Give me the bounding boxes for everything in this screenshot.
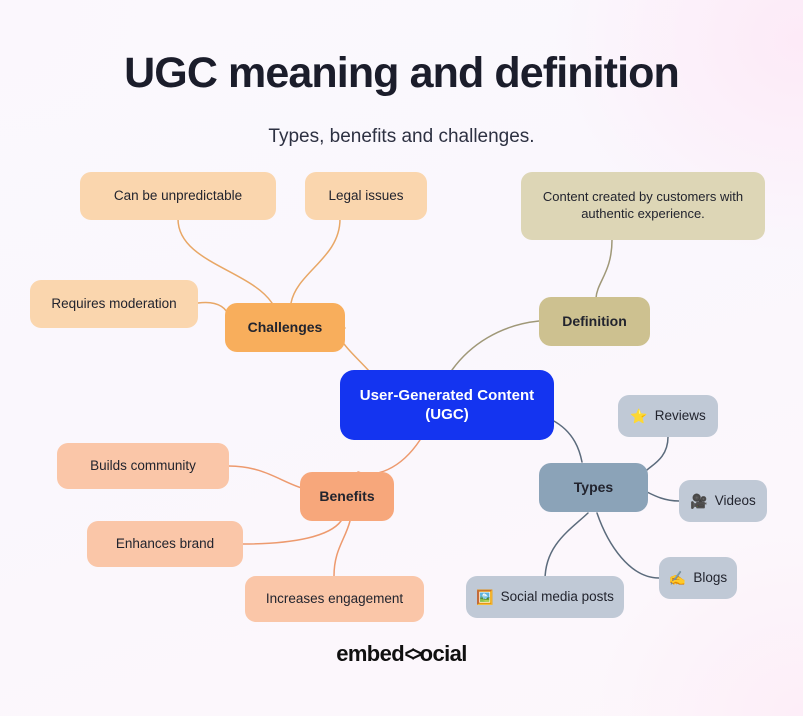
- wire-center-definition: [451, 320, 540, 371]
- mindmap-canvas: UGC meaning and definition Types, benefi…: [0, 0, 803, 716]
- node-label: Legal issues: [328, 188, 404, 204]
- embedsocial-logo: embed<>ocial: [0, 641, 803, 667]
- node-label: Blogs: [693, 570, 728, 586]
- logo-prefix: embed: [336, 641, 405, 666]
- wire-challenges-legal: [290, 218, 341, 304]
- hub-challenges[interactable]: Challenges: [225, 303, 345, 352]
- node-increases-engagement[interactable]: Increases engagement: [245, 576, 424, 622]
- center-label-line2: (UGC): [425, 406, 469, 423]
- node-videos[interactable]: 🎥 Videos: [679, 480, 767, 522]
- wire-benefits-engagement: [333, 520, 351, 577]
- node-blogs[interactable]: ✍️ Blogs: [659, 557, 737, 599]
- node-label: Increases engagement: [265, 591, 404, 607]
- node-label: Enhances brand: [115, 536, 215, 552]
- wire-types-reviews: [646, 436, 669, 471]
- page-title: UGC meaning and definition: [124, 49, 680, 97]
- node-label: Content created by customers with authen…: [542, 189, 744, 221]
- wire-types-videos: [646, 491, 680, 502]
- node-label: Social media posts: [500, 589, 614, 605]
- node-label: Requires moderation: [51, 296, 177, 312]
- wire-center-types: [551, 419, 583, 463]
- node-reviews[interactable]: ⭐ Reviews: [618, 395, 718, 437]
- node-builds-community[interactable]: Builds community: [57, 443, 229, 489]
- node-can-be-unpredictable[interactable]: Can be unpredictable: [80, 172, 276, 220]
- page-subtitle: Types, benefits and challenges.: [268, 126, 535, 147]
- hub-label: Challenges: [247, 319, 323, 336]
- wire-definition-description: [595, 239, 613, 299]
- hub-label: Benefits: [319, 488, 375, 505]
- framed-picture-icon: 🖼️: [476, 589, 494, 605]
- node-social-media-posts[interactable]: 🖼️ Social media posts: [466, 576, 624, 618]
- writing-hand-icon: ✍️: [668, 570, 687, 586]
- node-definition-description[interactable]: Content created by customers with authen…: [521, 172, 765, 240]
- wire-types-social: [544, 512, 589, 581]
- node-label: Reviews: [654, 408, 706, 424]
- hub-types[interactable]: Types: [539, 463, 648, 512]
- hub-label: Types: [573, 479, 614, 496]
- node-enhances-brand[interactable]: Enhances brand: [87, 521, 243, 567]
- hub-label: Definition: [562, 313, 627, 330]
- node-legal-issues[interactable]: Legal issues: [305, 172, 427, 220]
- hub-benefits[interactable]: Benefits: [300, 472, 394, 521]
- center-label-line1: User-Generated Content: [359, 386, 535, 404]
- node-label: Can be unpredictable: [113, 188, 243, 204]
- node-requires-moderation[interactable]: Requires moderation: [30, 280, 198, 328]
- movie-camera-icon: 🎥: [690, 493, 708, 509]
- logo-suffix: ocial: [419, 641, 468, 666]
- wire-benefits-community: [228, 465, 306, 490]
- node-label: Videos: [714, 493, 756, 509]
- logo-diamond-icon: <>: [404, 643, 422, 666]
- wire-center-benefits: [357, 439, 421, 475]
- wire-types-blogs: [596, 512, 660, 579]
- wire-benefits-brand: [242, 520, 342, 545]
- star-icon: ⭐: [630, 408, 648, 424]
- node-label: Builds community: [90, 458, 196, 474]
- center-node-ugc[interactable]: User-Generated Content (UGC): [340, 370, 554, 440]
- hub-definition[interactable]: Definition: [539, 297, 650, 346]
